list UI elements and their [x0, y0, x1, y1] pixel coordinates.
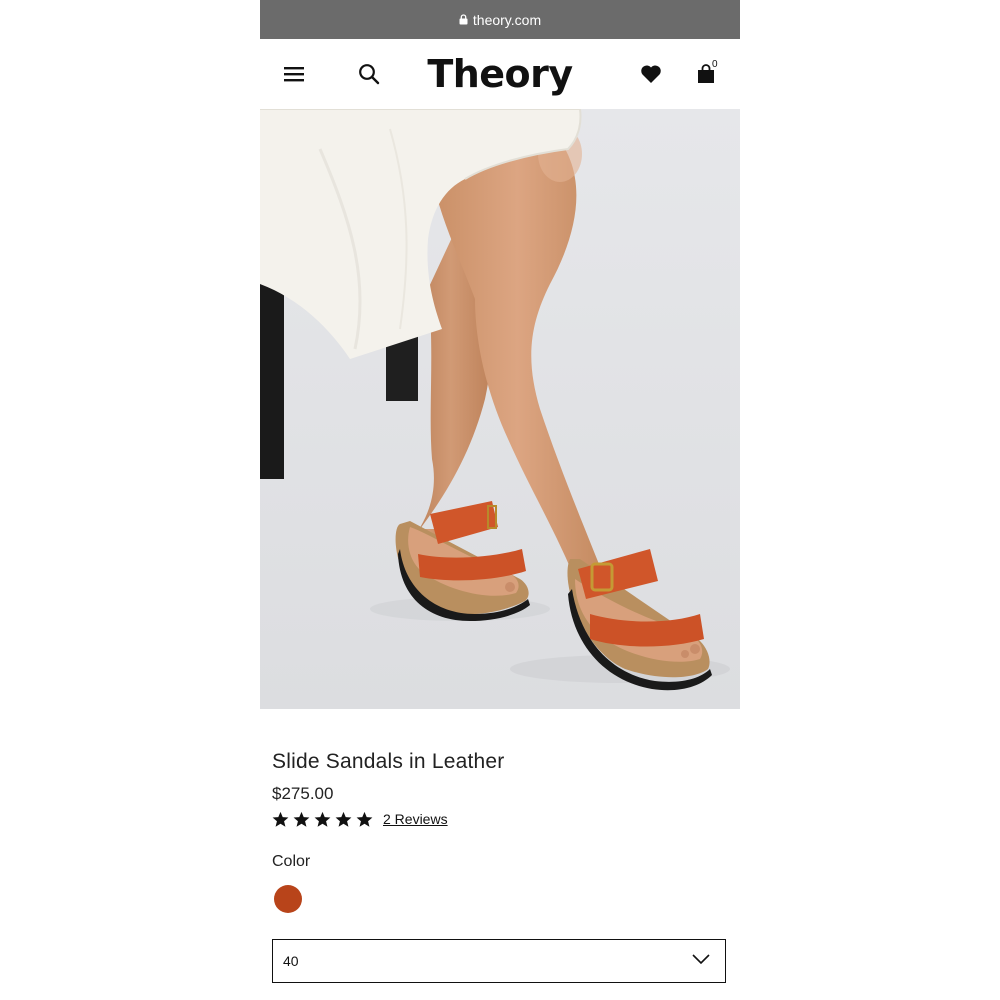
- color-swatch[interactable]: [274, 885, 302, 913]
- star-icon: [335, 811, 352, 827]
- size-select-value: 40: [283, 953, 299, 969]
- star-icon: [272, 811, 289, 827]
- phone-viewport: theory.com Theory 0 Slide Sandals in Lea…: [260, 0, 740, 1000]
- star-icon: [293, 811, 310, 827]
- hamburger-menu-icon: [284, 67, 304, 82]
- browser-url-bar[interactable]: theory.com: [260, 0, 740, 39]
- product-price: $275.00: [272, 784, 334, 803]
- menu-button[interactable]: [278, 39, 310, 109]
- product-rating: 2 Reviews: [272, 808, 448, 830]
- search-button[interactable]: [353, 39, 385, 109]
- heart-icon: [641, 65, 661, 83]
- url-text: theory.com: [472, 11, 542, 28]
- lock-icon: [459, 14, 468, 25]
- product-image[interactable]: [260, 109, 740, 709]
- cart-count: 0: [712, 59, 718, 70]
- chevron-down-icon: [691, 952, 711, 969]
- search-icon: [359, 64, 380, 85]
- reviews-link[interactable]: 2 Reviews: [383, 811, 448, 827]
- star-icon: [314, 811, 331, 827]
- site-header: Theory 0: [260, 39, 740, 109]
- wishlist-button[interactable]: [636, 39, 666, 109]
- size-select[interactable]: 40: [272, 939, 726, 983]
- color-label: Color: [272, 853, 311, 870]
- star-icon: [356, 811, 373, 827]
- site-logo[interactable]: Theory: [400, 39, 600, 109]
- product-title: Slide Sandals in Leather: [272, 750, 505, 773]
- rating-stars: [272, 811, 373, 828]
- cart-button[interactable]: 0: [688, 39, 724, 109]
